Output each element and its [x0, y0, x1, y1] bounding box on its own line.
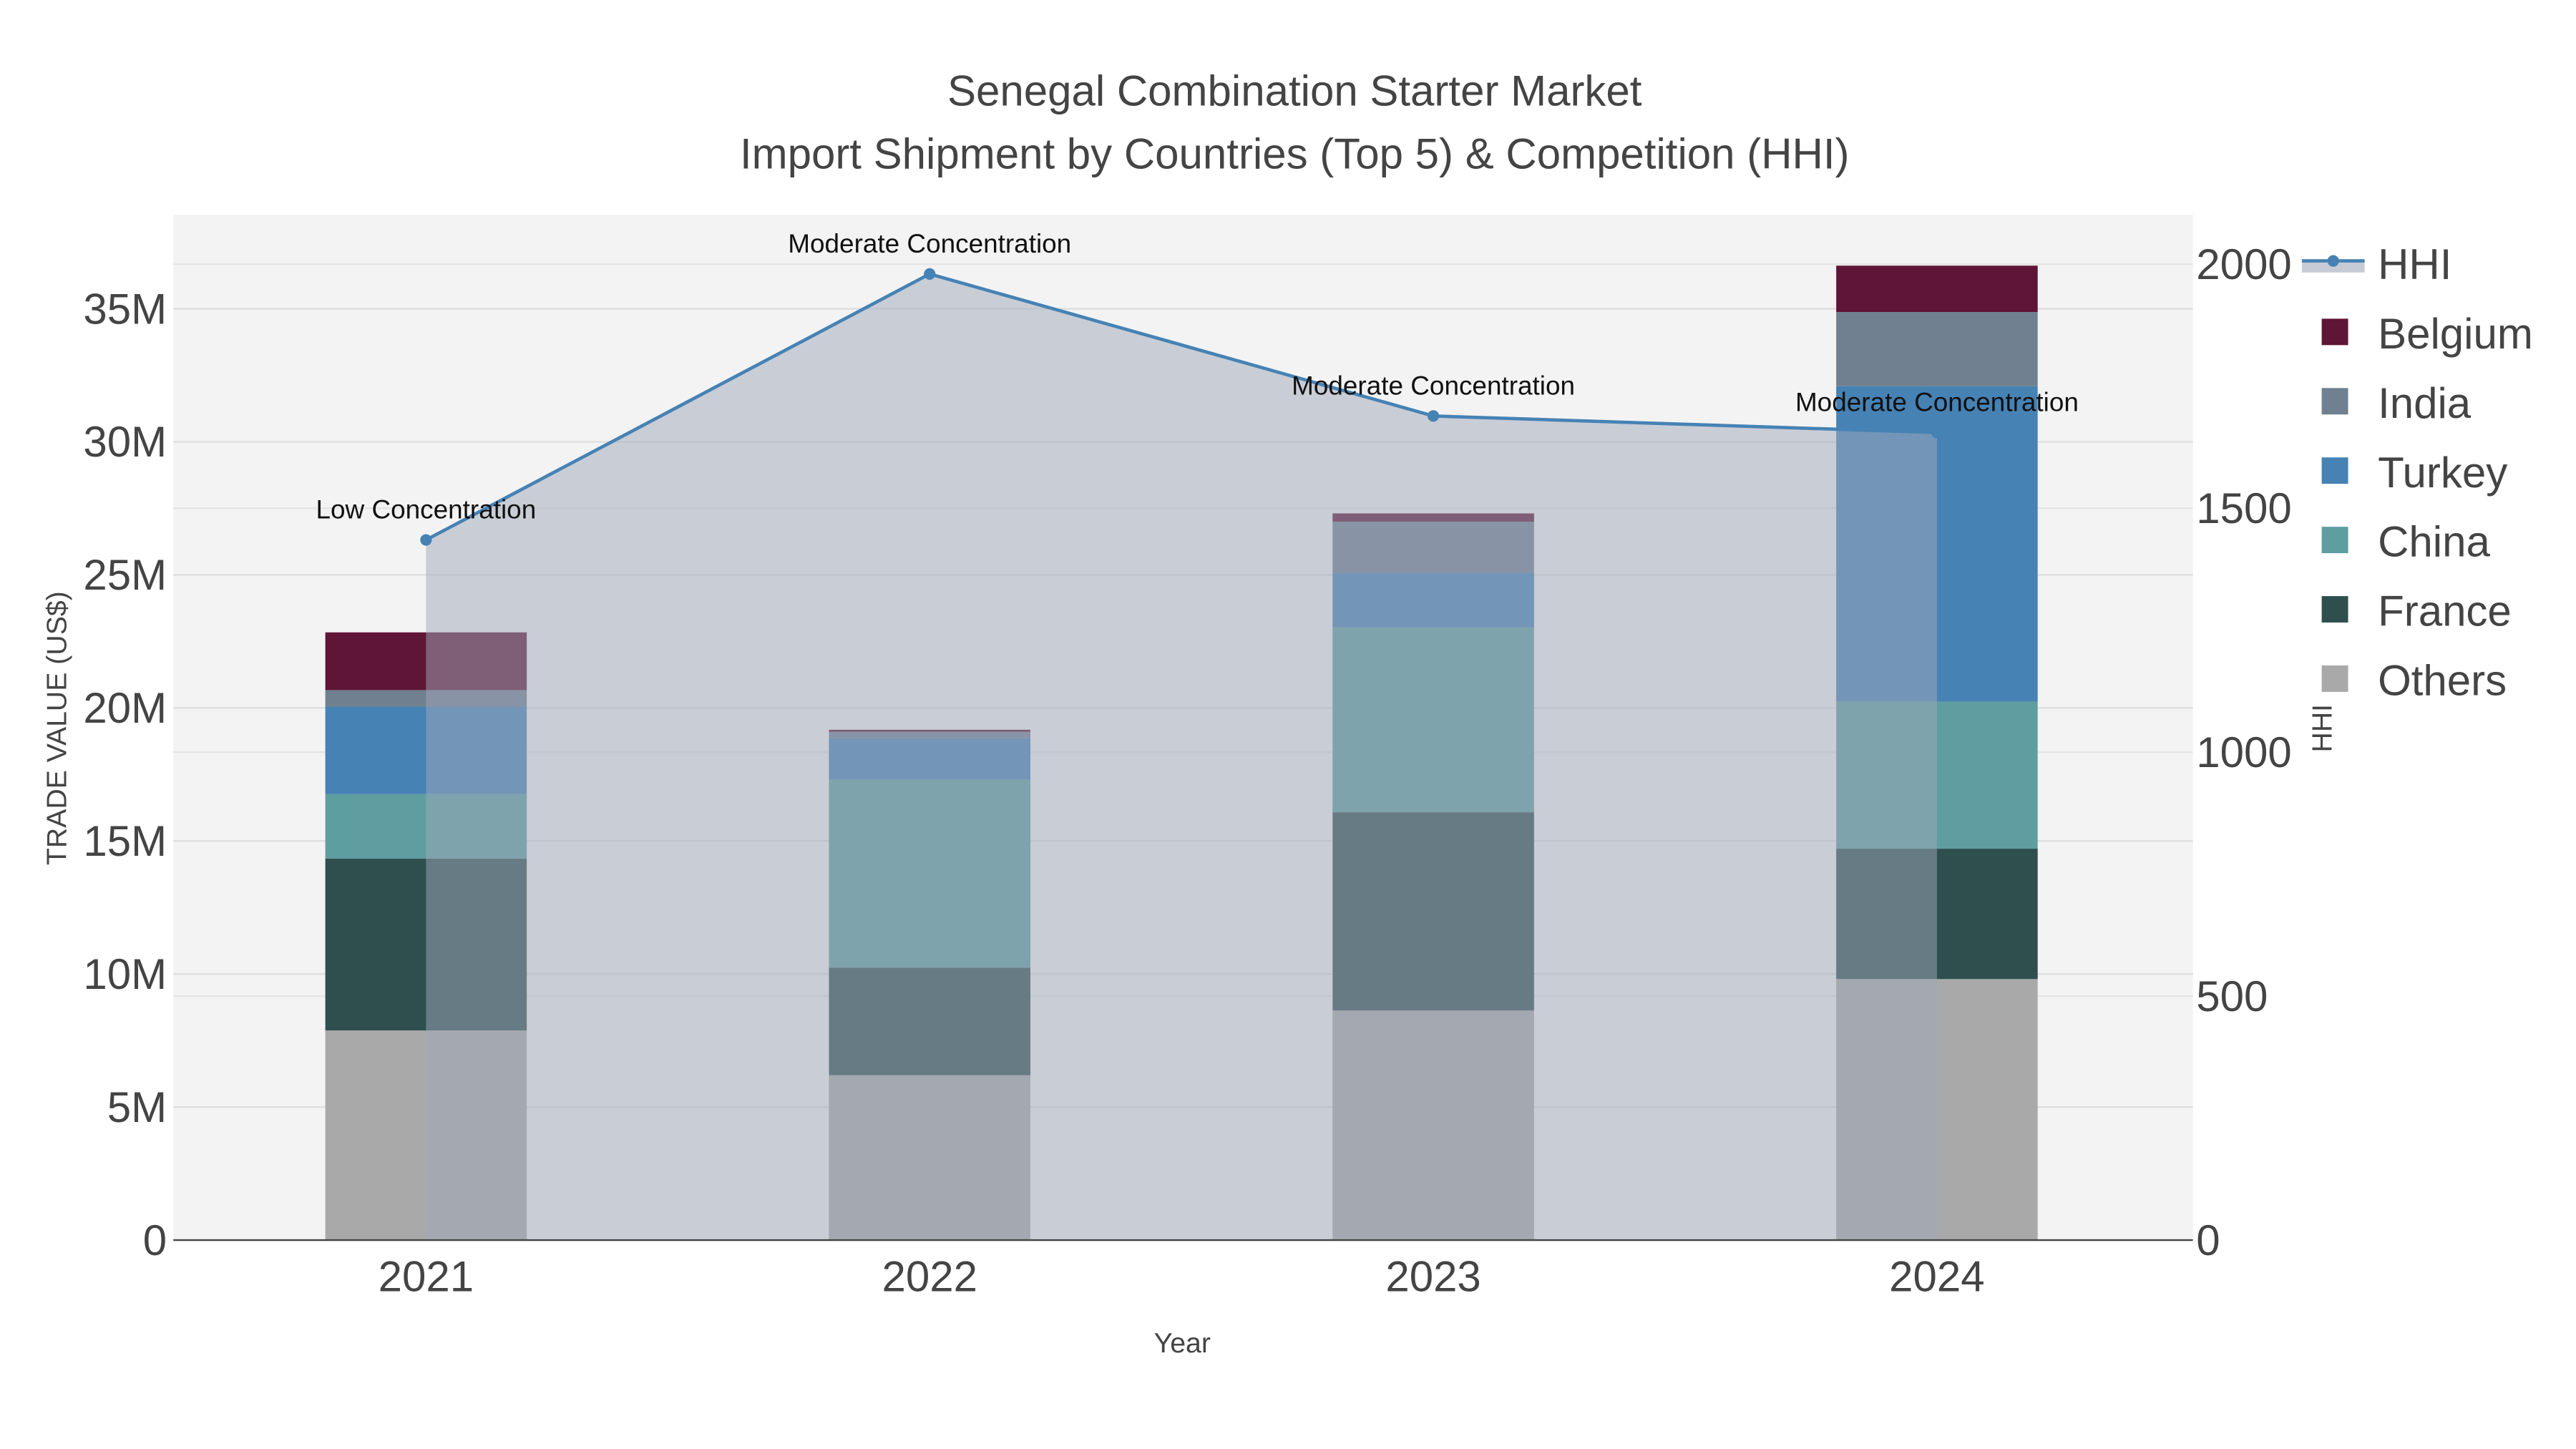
legend-marker-icon: [2327, 255, 2339, 267]
y2-tick-label: 500: [2196, 972, 2268, 1020]
hhi-annotation: Low Concentration: [316, 495, 537, 525]
legend-swatch: [2321, 596, 2348, 623]
legend-label: Others: [2378, 657, 2507, 705]
hhi-point-2022: [924, 268, 936, 280]
legend-item-hhi[interactable]: HHI: [2301, 240, 2451, 288]
legend-label: China: [2378, 518, 2490, 566]
x-tick-label: 2021: [379, 1253, 474, 1301]
legend-item-others[interactable]: Others: [2321, 657, 2507, 705]
hhi-annotation: Moderate Concentration: [788, 229, 1071, 258]
y2-tick-label: 0: [2196, 1216, 2220, 1264]
legend-swatch: [2321, 318, 2348, 346]
y-tick-label: 30M: [83, 418, 167, 466]
legend-item-belgium[interactable]: Belgium: [2321, 310, 2533, 358]
legend-item-india[interactable]: India: [2321, 379, 2472, 427]
legend-label: HHI: [2378, 240, 2451, 288]
legend-label: France: [2378, 587, 2512, 635]
legend-label: Turkey: [2378, 449, 2507, 497]
legend-swatch: [2321, 388, 2348, 415]
y-tick-label: 0: [143, 1216, 167, 1264]
legend-label: Belgium: [2378, 310, 2533, 358]
x-tick-label: 2022: [882, 1253, 977, 1301]
y2-tick-label: 1500: [2196, 484, 2291, 532]
legend-item-turkey[interactable]: Turkey: [2321, 449, 2508, 497]
legend: HHI Belgium India Turkey China France Others: [2301, 240, 2533, 705]
y-tick-label: 10M: [83, 950, 167, 998]
y-axis-title: TRADE VALUE (US$): [41, 591, 72, 865]
legend-item-france[interactable]: France: [2321, 587, 2512, 635]
hhi-annotation: Moderate Concentration: [1795, 387, 2079, 416]
hhi-point-2023: [1428, 410, 1440, 422]
bar-belgium-2024: [1836, 265, 2038, 313]
y2-tick-label: 2000: [2196, 240, 2291, 288]
x-axis-title: Year: [1154, 1327, 1211, 1359]
y-tick-label: 35M: [83, 285, 167, 333]
y-tick-label: 25M: [83, 551, 167, 599]
x-tick-label: 2024: [1889, 1253, 1984, 1301]
y2-tick-label: 1000: [2196, 728, 2291, 776]
x-tick-label: 2023: [1385, 1253, 1480, 1301]
legend-swatch: [2321, 457, 2348, 484]
legend-swatch: [2321, 665, 2348, 692]
legend-swatch: [2321, 527, 2348, 554]
chart-subtitle: Import Shipment by Countries (Top 5) & C…: [740, 130, 1850, 177]
bar-india-2024: [1836, 312, 2038, 386]
hhi-annotation: Moderate Concentration: [1292, 371, 1575, 400]
chart-title: Senegal Combination Starter Market: [947, 67, 1642, 115]
y-tick-label: 20M: [83, 684, 167, 732]
y-tick-label: 5M: [107, 1083, 167, 1131]
legend-label: India: [2378, 379, 2472, 427]
chart: Low Concentration Moderate Concentration M…: [41, 67, 2533, 1359]
legend-item-china[interactable]: China: [2321, 518, 2491, 566]
hhi-point-2021: [420, 534, 432, 546]
y-tick-label: 15M: [83, 817, 167, 865]
hhi-point-2024: [1931, 426, 1943, 439]
y2-axis-title: HHI: [2306, 704, 2338, 753]
